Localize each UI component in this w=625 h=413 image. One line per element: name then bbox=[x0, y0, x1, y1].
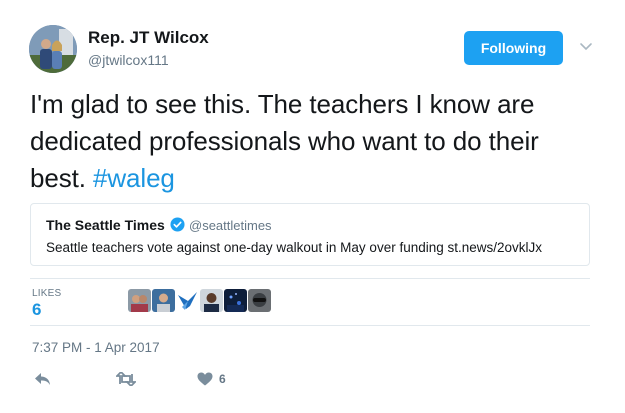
divider bbox=[30, 325, 590, 326]
author-avatar[interactable] bbox=[29, 25, 77, 73]
reply-button[interactable] bbox=[34, 370, 51, 388]
liker-avatar-2[interactable] bbox=[152, 289, 175, 312]
heart-icon bbox=[197, 372, 213, 386]
tweet-text: I'm glad to see this. The teachers I kno… bbox=[30, 86, 600, 197]
quoted-tweet-text: Seattle teachers vote against one-day wa… bbox=[46, 240, 543, 255]
following-button[interactable]: Following bbox=[464, 31, 563, 65]
liker-avatar-6[interactable] bbox=[248, 289, 271, 312]
chevron-down-icon[interactable] bbox=[578, 40, 594, 54]
hashtag-link[interactable]: #waleg bbox=[93, 163, 175, 193]
author-name[interactable]: Rep. JT Wilcox bbox=[88, 28, 209, 48]
verified-badge-icon bbox=[170, 217, 185, 232]
retweet-button[interactable] bbox=[116, 370, 136, 388]
liker-avatar-1[interactable] bbox=[128, 289, 151, 312]
liker-avatars bbox=[128, 289, 271, 313]
liker-avatar-3[interactable] bbox=[176, 289, 199, 312]
quoted-author-name: The Seattle Times bbox=[46, 217, 165, 233]
like-action-count: 6 bbox=[219, 372, 226, 386]
likes-label[interactable]: LIKES bbox=[32, 288, 61, 299]
quoted-author-handle: @seattletimes bbox=[189, 218, 272, 233]
like-button[interactable]: 6 bbox=[197, 370, 226, 388]
divider bbox=[30, 278, 590, 279]
tweet-timestamp[interactable]: 7:37 PM - 1 Apr 2017 bbox=[32, 340, 160, 355]
likes-count[interactable]: 6 bbox=[32, 300, 41, 320]
quoted-tweet[interactable]: The Seattle Times @seattletimes Seattle … bbox=[30, 203, 590, 266]
author-handle[interactable]: @jtwilcox111 bbox=[88, 52, 169, 68]
liker-avatar-4[interactable] bbox=[200, 289, 223, 312]
liker-avatar-5[interactable] bbox=[224, 289, 247, 312]
retweet-icon bbox=[116, 372, 136, 386]
reply-icon bbox=[35, 373, 50, 385]
